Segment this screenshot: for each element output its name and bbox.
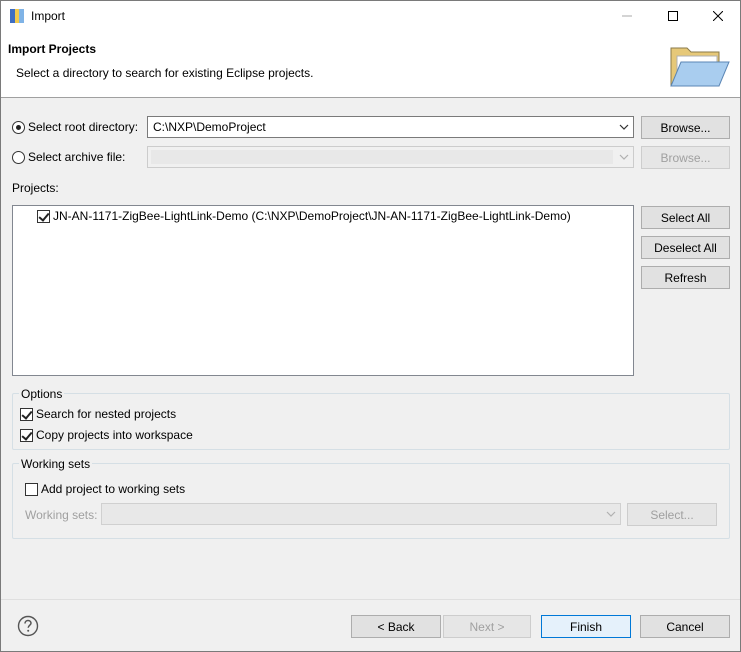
back-button[interactable]: < Back [351, 615, 441, 638]
root-directory-radio[interactable] [12, 120, 25, 134]
minimize-icon [622, 15, 632, 17]
cancel-button[interactable]: Cancel [640, 615, 730, 638]
title-bar: Import [1, 1, 740, 31]
root-directory-label: Select root directory: [28, 120, 139, 134]
nested-projects-option[interactable]: Search for nested projects [20, 407, 176, 421]
working-sets-field-label: Working sets: [25, 508, 98, 522]
eclipse-app-icon [10, 9, 24, 23]
help-icon[interactable] [17, 615, 39, 637]
archive-file-label: Select archive file: [28, 150, 126, 164]
project-checkbox[interactable] [37, 209, 50, 223]
browse-archive-button: Browse... [641, 146, 730, 169]
import-dialog: Import Import Projects Select a director… [0, 0, 741, 652]
working-sets-title: Working sets [19, 457, 93, 471]
copy-projects-option[interactable]: Copy projects into workspace [20, 428, 193, 442]
archive-file-value-area [151, 150, 613, 164]
add-to-working-sets-checkbox[interactable] [25, 482, 38, 496]
finish-button[interactable]: Finish [541, 615, 631, 638]
page-title: Import Projects [8, 42, 97, 56]
archive-file-radio[interactable] [12, 150, 25, 164]
folder-icon [670, 47, 730, 87]
window-title: Import [31, 9, 66, 23]
footer-divider [1, 599, 740, 600]
copy-projects-checkbox[interactable] [20, 428, 33, 442]
chevron-down-icon [619, 154, 629, 160]
list-item[interactable]: JN-AN-1171-ZigBee-LightLink-Demo (C:\NXP… [37, 209, 571, 223]
projects-list[interactable]: JN-AN-1171-ZigBee-LightLink-Demo (C:\NXP… [12, 205, 634, 376]
page-description: Select a directory to search for existin… [16, 66, 314, 80]
minimize-button[interactable] [604, 1, 650, 31]
working-sets-group [12, 463, 730, 539]
refresh-button[interactable]: Refresh [641, 266, 730, 289]
nested-projects-label: Search for nested projects [36, 407, 177, 421]
working-sets-combo [101, 503, 621, 525]
project-label: JN-AN-1171-ZigBee-LightLink-Demo (C:\NXP… [53, 209, 571, 223]
add-to-working-sets-label: Add project to working sets [41, 482, 186, 496]
chevron-down-icon [606, 511, 616, 517]
deselect-all-button[interactable]: Deselect All [641, 236, 730, 259]
projects-label: Projects: [12, 181, 59, 195]
add-to-working-sets-option[interactable]: Add project to working sets [25, 482, 185, 496]
close-button[interactable] [695, 1, 741, 31]
maximize-button[interactable] [650, 1, 696, 31]
root-directory-option[interactable]: Select root directory: [12, 120, 138, 134]
copy-projects-label: Copy projects into workspace [36, 428, 193, 442]
archive-file-option[interactable]: Select archive file: [12, 150, 125, 164]
root-directory-value: C:\NXP\DemoProject [153, 120, 266, 134]
options-title: Options [19, 387, 65, 401]
chevron-down-icon[interactable] [619, 123, 629, 131]
root-directory-combo[interactable]: C:\NXP\DemoProject [147, 116, 634, 138]
close-icon [713, 11, 723, 21]
archive-file-combo [147, 146, 634, 168]
header-banner: Import Projects Select a directory to se… [1, 31, 740, 98]
browse-root-button[interactable]: Browse... [641, 116, 730, 139]
next-button: Next > [443, 615, 531, 638]
maximize-icon [668, 11, 678, 21]
select-working-sets-button: Select... [627, 503, 717, 526]
nested-projects-checkbox[interactable] [20, 407, 33, 421]
select-all-button[interactable]: Select All [641, 206, 730, 229]
